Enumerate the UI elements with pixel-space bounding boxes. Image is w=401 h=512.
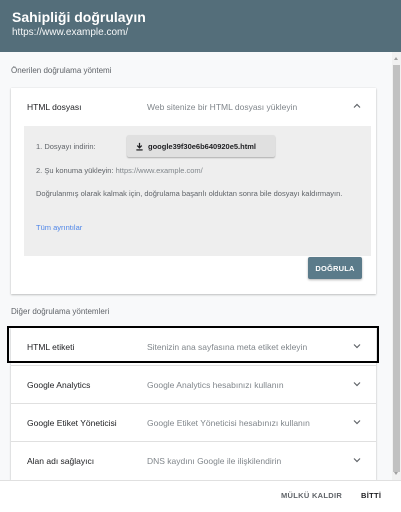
method-name: Alan adı sağlayıcı xyxy=(27,456,95,466)
method-row-domain-provider[interactable]: Alan adı sağlayıcı DNS kaydını Google il… xyxy=(11,442,376,480)
html-file-instructions: 1. Dosyayı indirin: google39f30e6b640920… xyxy=(24,126,371,256)
html-file-header[interactable]: HTML dosyası Web sitenize bir HTML dosya… xyxy=(11,88,376,126)
chevron-down-icon[interactable] xyxy=(352,455,362,465)
download-icon xyxy=(136,142,143,151)
method-description: Google Analytics hesabınızı kullanın xyxy=(147,379,284,390)
method-description: Google Etiket Yöneticisi hesabınızı kull… xyxy=(147,417,310,428)
scroll-down-arrow-icon[interactable] xyxy=(394,472,398,475)
dialog-header: Sahipliği doğrulayın https://www.example… xyxy=(0,0,401,52)
chevron-down-icon[interactable] xyxy=(352,417,362,427)
chevron-down-icon[interactable] xyxy=(352,379,362,389)
property-url: https://www.example.com/ xyxy=(12,27,129,38)
method-row-google-analytics[interactable]: Google Analytics Google Analytics hesabı… xyxy=(11,366,376,404)
highlight-box xyxy=(7,326,379,363)
done-button[interactable]: BİTTİ xyxy=(361,491,381,500)
dialog-body[interactable]: Önerilen doğrulama yöntemi HTML dosyası … xyxy=(0,52,391,480)
download-file-button[interactable]: google39f30e6b640920e5.html xyxy=(127,135,275,157)
step1-label: 1. Dosyayı indirin: xyxy=(36,142,96,151)
method-name: Google Analytics xyxy=(27,379,91,390)
method-description: Web sitenize bir HTML dosyası yükleyin xyxy=(147,102,298,112)
dialog-footer: MÜLKÜ KALDIR BİTTİ xyxy=(0,480,401,512)
recommended-method-card: HTML dosyası Web sitenize bir HTML dosya… xyxy=(11,88,376,294)
method-description: DNS kaydını Google ile ilişkilendirin xyxy=(147,456,282,466)
step2-text: 2. Şu konuma yükleyin: https://www.examp… xyxy=(36,166,203,175)
download-file-name: google39f30e6b640920e5.html xyxy=(148,141,256,151)
all-details-link[interactable]: Tüm ayrıntılar xyxy=(36,223,82,232)
step2-label: 2. Şu konuma yükleyin: xyxy=(36,166,114,175)
method-name: Google Etiket Yöneticisi xyxy=(27,417,117,428)
remove-property-button[interactable]: MÜLKÜ KALDIR xyxy=(281,491,342,500)
vertical-scrollbar[interactable] xyxy=(392,52,401,480)
scroll-up-arrow-icon[interactable] xyxy=(394,57,398,60)
scrollbar-thumb[interactable] xyxy=(393,65,400,472)
step2-url: https://www.example.com/ xyxy=(115,166,203,175)
chevron-up-icon[interactable] xyxy=(352,101,362,111)
method-name: HTML dosyası xyxy=(27,102,82,112)
dialog-title: Sahipliği doğrulayın xyxy=(12,9,146,25)
keep-file-note: Doğrulanmış olarak kalmak için, doğrulam… xyxy=(36,189,343,198)
recommended-section-label: Önerilen doğrulama yöntemi xyxy=(11,66,112,75)
other-methods-section-label: Diğer doğrulama yöntemleri xyxy=(11,307,110,316)
method-row-tag-manager[interactable]: Google Etiket Yöneticisi Google Etiket Y… xyxy=(11,404,376,442)
verify-button[interactable]: DOĞRULA xyxy=(308,257,362,279)
